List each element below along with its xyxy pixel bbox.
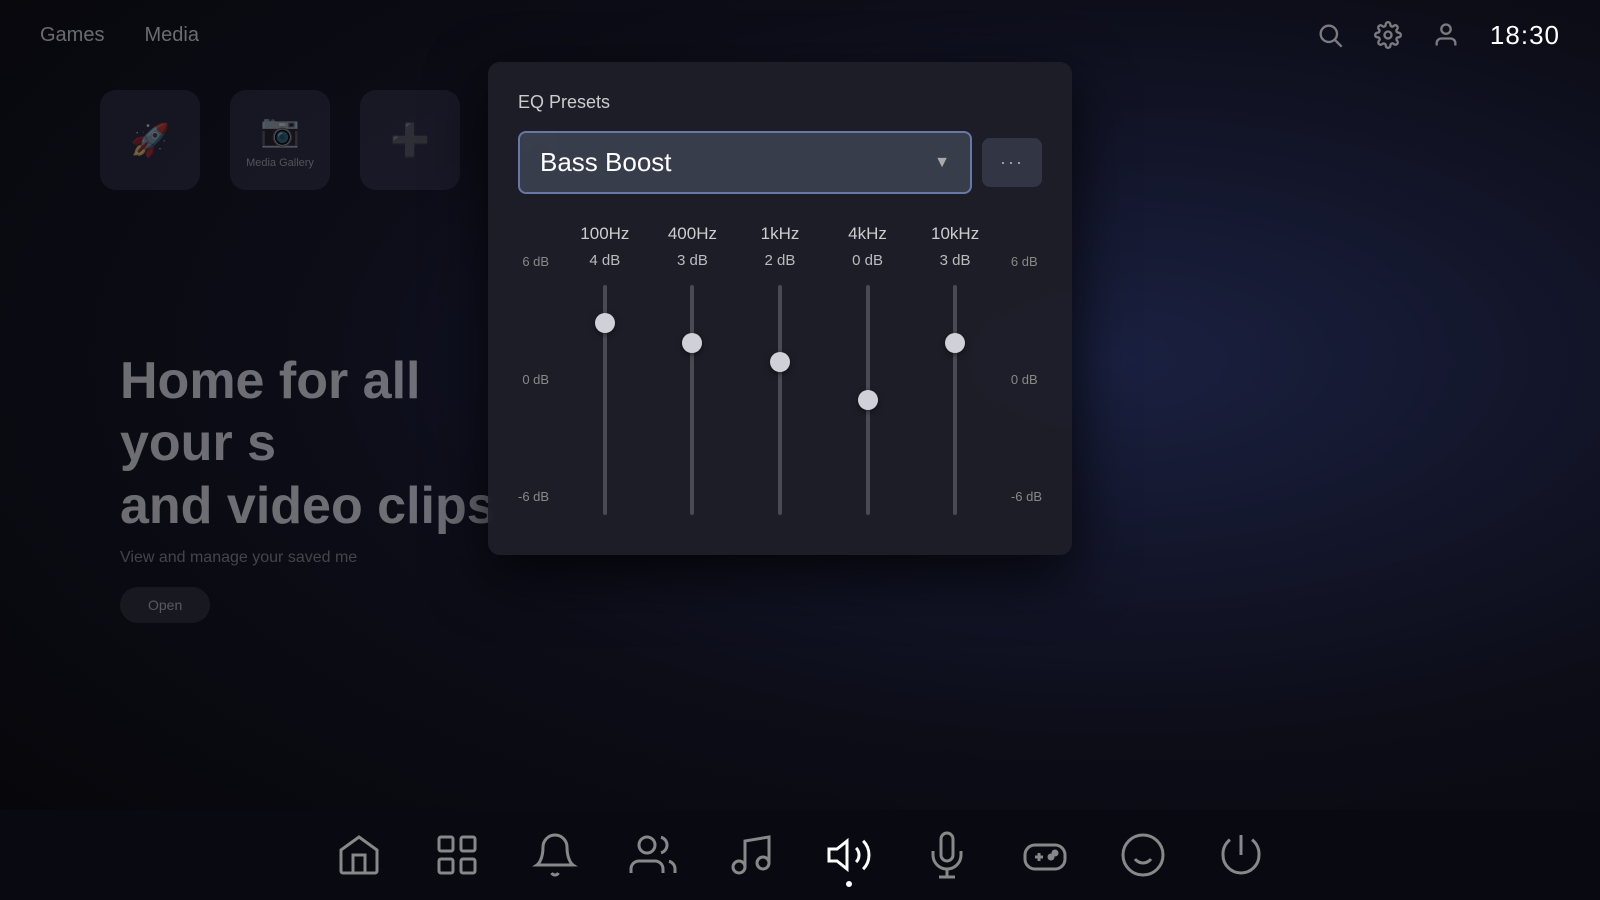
- bottom-nav-power[interactable]: [1217, 831, 1265, 879]
- eq-label-mid-right: 0 dB: [1011, 372, 1038, 387]
- eq-band-label-1: 400Hz: [668, 224, 717, 244]
- eq-band-value-4: 3 dB: [940, 252, 971, 269]
- eq-bands: 100Hz 4 dB 400Hz 3 dB 1kHz 2 dB 4kHz 0 dB 10kHz 3…: [561, 224, 999, 515]
- hero-subtext: View and manage your saved me: [120, 549, 500, 567]
- eq-band-400hz: 400Hz 3 dB: [649, 224, 737, 515]
- eq-band-100hz: 100Hz 4 dB: [561, 224, 649, 515]
- eq-preset-row: Bass Boost ▼ ···: [518, 131, 1042, 194]
- eq-band-value-3: 0 dB: [852, 252, 883, 269]
- bottom-nav-mic[interactable]: [923, 831, 971, 879]
- gallery-label: Media Gallery: [246, 157, 314, 169]
- eq-slider-thumb-2[interactable]: [770, 352, 790, 372]
- eq-slider-track-0[interactable]: [603, 285, 607, 515]
- eq-slider-thumb-3[interactable]: [858, 390, 878, 410]
- open-button[interactable]: Open: [120, 587, 210, 623]
- nav-icon-rocket: 🚀: [100, 90, 200, 190]
- chevron-down-icon: ▼: [934, 154, 950, 172]
- eq-band-value-1: 3 dB: [677, 252, 708, 269]
- bottom-nav-music[interactable]: [727, 831, 775, 879]
- eq-label-top-left: 6 dB: [522, 254, 549, 269]
- eq-modal: EQ Presets Bass Boost ▼ ··· 6 dB 0 dB -6…: [488, 62, 1072, 555]
- eq-modal-title: EQ Presets: [518, 92, 1042, 113]
- eq-right-labels: 6 dB 0 dB -6 dB: [999, 224, 1042, 504]
- nav-item-media[interactable]: Media: [144, 24, 198, 47]
- nav-icon-camera: 📷 Media Gallery: [230, 90, 330, 190]
- nav-icon-plus: ➕: [360, 90, 460, 190]
- eq-band-label-3: 4kHz: [848, 224, 887, 244]
- hero-heading: Home for all your s and video clips: [120, 350, 520, 537]
- eq-slider-track-2[interactable]: [778, 285, 782, 515]
- eq-left-labels: 6 dB 0 dB -6 dB: [518, 224, 561, 504]
- rocket-icon: 🚀: [130, 121, 170, 159]
- eq-band-label-4: 10kHz: [931, 224, 979, 244]
- bottom-nav-volume[interactable]: [825, 831, 873, 879]
- eq-preset-dropdown[interactable]: Bass Boost ▼: [518, 131, 972, 194]
- clock-display: 18:30: [1490, 20, 1560, 51]
- bottom-nav-library[interactable]: [433, 831, 481, 879]
- eq-slider-thumb-1[interactable]: [682, 333, 702, 353]
- nav-item-games[interactable]: Games: [40, 24, 104, 47]
- eq-label-bottom-right: -6 dB: [1011, 489, 1042, 504]
- eq-slider-track-4[interactable]: [953, 285, 957, 515]
- plus-icon: ➕: [390, 121, 430, 159]
- bottom-nav-gamepad[interactable]: [1021, 831, 1069, 879]
- eq-slider-thumb-0[interactable]: [595, 313, 615, 333]
- bottom-navigation: [0, 810, 1600, 900]
- eq-band-label-2: 1kHz: [761, 224, 800, 244]
- bottom-nav-friends[interactable]: [629, 831, 677, 879]
- top-navigation: Games Media 18:30: [0, 0, 1600, 70]
- eq-band-value-2: 2 dB: [765, 252, 796, 269]
- user-icon[interactable]: [1432, 21, 1460, 49]
- top-nav-right: 18:30: [1316, 20, 1560, 51]
- eq-slider-thumb-4[interactable]: [945, 333, 965, 353]
- eq-band-1khz: 1kHz 2 dB: [736, 224, 824, 515]
- bottom-nav-notifications[interactable]: [531, 831, 579, 879]
- eq-more-button[interactable]: ···: [982, 138, 1042, 187]
- eq-slider-track-1[interactable]: [690, 285, 694, 515]
- eq-band-value-0: 4 dB: [589, 252, 620, 269]
- camera-icon: 📷: [260, 111, 300, 149]
- settings-icon[interactable]: [1374, 21, 1402, 49]
- eq-band-label-0: 100Hz: [580, 224, 629, 244]
- eq-slider-track-3[interactable]: [866, 285, 870, 515]
- top-nav-left: Games Media: [40, 24, 199, 47]
- eq-preset-name: Bass Boost: [540, 147, 672, 178]
- bottom-nav-face[interactable]: [1119, 831, 1167, 879]
- eq-label-top-right: 6 dB: [1011, 254, 1038, 269]
- eq-bands-container: 6 dB 0 dB -6 dB 100Hz 4 dB 400Hz 3 dB 1kHz 2 …: [518, 224, 1042, 515]
- eq-label-bottom-left: -6 dB: [518, 489, 549, 504]
- eq-label-mid-left: 0 dB: [522, 372, 549, 387]
- eq-band-4khz: 4kHz 0 dB: [824, 224, 912, 515]
- bottom-nav-home[interactable]: [335, 831, 383, 879]
- search-icon[interactable]: [1316, 21, 1344, 49]
- eq-band-10khz: 10kHz 3 dB: [911, 224, 999, 515]
